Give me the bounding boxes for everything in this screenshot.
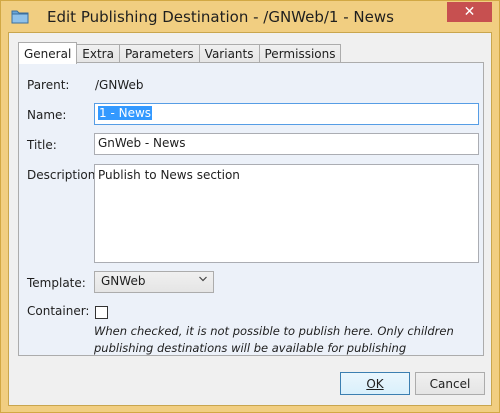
cancel-button-label: Cancel [429,376,471,391]
container-checkbox[interactable] [95,306,108,319]
description-textarea[interactable]: Publish to News section [94,164,479,263]
ok-button-label: OK [366,376,384,391]
close-button[interactable]: ✕ [447,2,492,22]
name-label: Name: [27,108,67,122]
dialog-window: Edit Publishing Destination - /GNWeb/1 -… [0,0,500,413]
name-input[interactable]: 1 - News [94,103,479,125]
chevron-down-icon [199,275,207,285]
template-label: Template: [27,276,86,290]
parent-label: Parent: [27,78,70,92]
dialog-client-area: General Extra Parameters Variants Permis… [8,32,492,406]
folder-icon [11,9,29,24]
container-hint: When checked, it is not possible to publ… [94,324,454,355]
tab-permissions[interactable]: Permissions [258,44,342,63]
title-label: Title: [27,138,57,152]
tab-strip: General Extra Parameters Variants Permis… [18,42,342,64]
ok-button[interactable]: OK [340,372,410,395]
title-bar[interactable]: Edit Publishing Destination - /GNWeb/1 -… [1,1,499,33]
general-tab-panel: Parent: /GNWeb Name: 1 - News Title: GnW… [18,62,484,356]
container-label: Container: [27,304,90,318]
window-title: Edit Publishing Destination - /GNWeb/1 -… [47,8,394,26]
tab-parameters[interactable]: Parameters [118,44,200,63]
tab-extra[interactable]: Extra [76,44,120,63]
close-icon: ✕ [463,4,476,20]
name-input-value: 1 - News [98,106,153,120]
parent-value: /GNWeb [95,78,144,92]
description-label: Description: [27,168,100,182]
tab-general[interactable]: General [18,42,78,64]
template-select-value: GNWeb [101,274,146,288]
template-select[interactable]: GNWeb [94,271,214,293]
tab-variants[interactable]: Variants [198,44,260,63]
cancel-button[interactable]: Cancel [415,372,485,395]
title-input[interactable]: GnWeb - News [94,133,479,155]
